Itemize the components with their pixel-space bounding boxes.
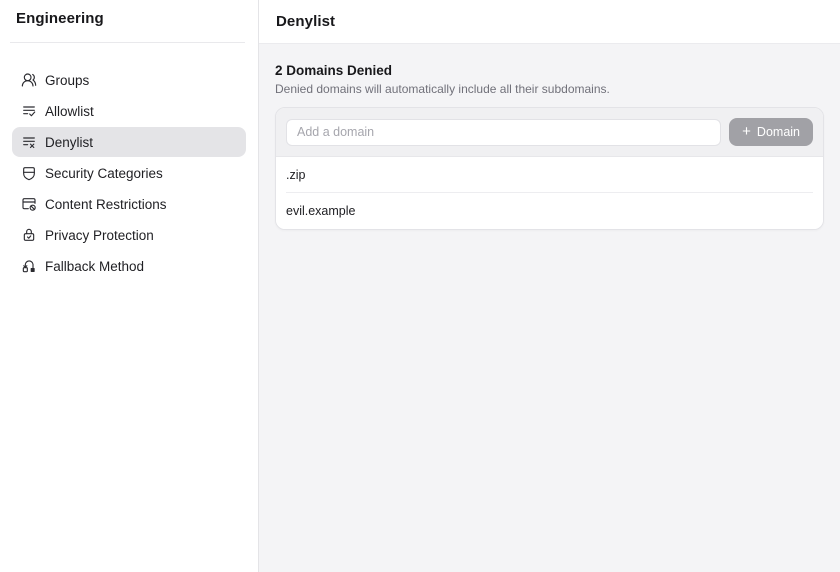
sidebar-item-label: Denylist — [45, 135, 93, 150]
plus-icon: + — [742, 124, 751, 139]
domain-name: .zip — [286, 168, 305, 182]
sidebar-item-label: Allowlist — [45, 104, 94, 119]
add-domain-button[interactable]: + Domain — [729, 118, 813, 146]
page-title: Denylist — [276, 13, 335, 30]
sidebar-item-label: Security Categories — [45, 166, 163, 181]
sidebar-item-label: Groups — [45, 73, 89, 88]
denylist-card: + Domain .zip evil.example — [275, 107, 824, 230]
denied-domain-list: .zip evil.example — [276, 157, 823, 229]
domain-row[interactable]: .zip — [286, 157, 813, 193]
shield-icon — [20, 165, 37, 182]
users-icon — [20, 72, 37, 89]
sidebar-title: Engineering — [0, 10, 258, 27]
list-x-icon — [20, 134, 37, 151]
domain-row[interactable]: evil.example — [286, 193, 813, 229]
sidebar: Engineering Groups Allowlist Denylist S — [0, 0, 259, 572]
main-header: Denylist — [259, 0, 840, 44]
section-title: 2 Domains Denied — [275, 63, 824, 78]
sidebar-item-label: Fallback Method — [45, 259, 144, 274]
sidebar-item-privacy-protection[interactable]: Privacy Protection — [12, 220, 246, 250]
sidebar-divider — [10, 42, 245, 43]
sidebar-item-label: Content Restrictions — [45, 197, 167, 212]
main-panel: Denylist 2 Domains Denied Denied domains… — [259, 0, 840, 572]
section-description: Denied domains will automatically includ… — [275, 82, 824, 96]
sidebar-item-content-restrictions[interactable]: Content Restrictions — [12, 189, 246, 219]
add-domain-bar: + Domain — [276, 108, 823, 157]
list-check-icon — [20, 103, 37, 120]
sidebar-item-security-categories[interactable]: Security Categories — [12, 158, 246, 188]
sidebar-item-groups[interactable]: Groups — [12, 65, 246, 95]
sidebar-item-fallback-method[interactable]: Fallback Method — [12, 251, 246, 281]
sidebar-item-label: Privacy Protection — [45, 228, 154, 243]
add-domain-button-label: Domain — [757, 125, 800, 139]
lock-check-icon — [20, 227, 37, 244]
main-content: 2 Domains Denied Denied domains will aut… — [259, 44, 840, 572]
sidebar-nav: Groups Allowlist Denylist Security Categ… — [0, 65, 258, 281]
domain-name: evil.example — [286, 204, 355, 218]
lock-fallback-icon — [20, 258, 37, 275]
window-block-icon — [20, 196, 37, 213]
sidebar-item-allowlist[interactable]: Allowlist — [12, 96, 246, 126]
add-domain-input[interactable] — [286, 119, 721, 146]
sidebar-item-denylist[interactable]: Denylist — [12, 127, 246, 157]
